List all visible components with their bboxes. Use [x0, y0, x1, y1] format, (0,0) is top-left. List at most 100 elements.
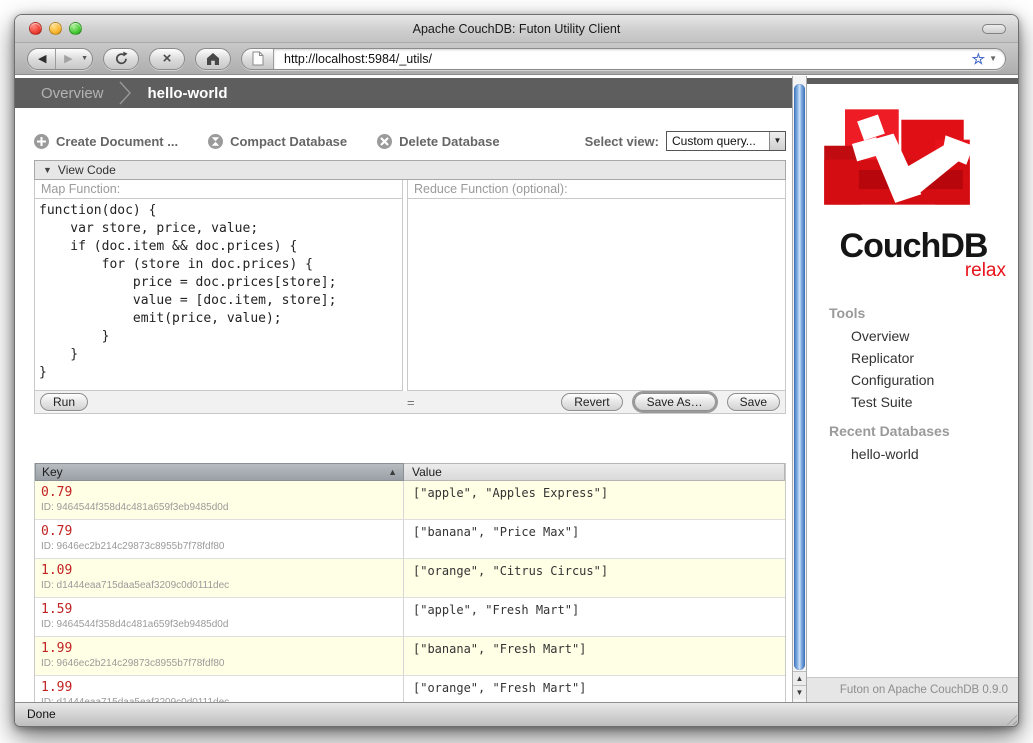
nav-buttons: ◀ ▶ ▼	[27, 48, 93, 70]
run-button[interactable]: Run	[40, 393, 88, 411]
row-key: 1.99	[41, 641, 397, 656]
key-cell: 1.99 ID: 9646ec2b214c29873c8955b7f78fdf8…	[35, 637, 404, 675]
key-column-header[interactable]: Key ▲	[35, 463, 404, 481]
stop-button[interactable]: ×	[149, 48, 185, 70]
row-doc-id: ID: 9646ec2b214c29873c8955b7f78fdf80	[41, 541, 397, 552]
row-key: 1.09	[41, 563, 397, 578]
minimize-window-button[interactable]	[49, 22, 62, 35]
forward-icon[interactable]: ▶	[56, 49, 81, 69]
sort-ascending-icon: ▲	[388, 467, 397, 477]
row-key: 1.59	[41, 602, 397, 617]
sidebar-list: OverviewReplicatorConfigurationTest Suit…	[807, 325, 1018, 413]
value-cell: ["apple", "Fresh Mart"]	[404, 598, 785, 636]
view-code-buttons: Run = Revert Save As… Save	[34, 391, 786, 414]
row-key: 1.99	[41, 680, 397, 695]
table-row[interactable]: 1.59 ID: 9464544f358d4c481a659f3eb9485d0…	[35, 598, 785, 637]
stop-icon: ×	[163, 49, 172, 69]
create-document-button[interactable]: Create Document ...	[34, 134, 178, 149]
view-code-panel: ▼ View Code Map Function: function(doc) …	[34, 160, 786, 414]
save-button[interactable]: Save	[727, 393, 780, 411]
sidebar-item-replicator[interactable]: Replicator	[807, 347, 1018, 369]
scrollbar-thumb[interactable]	[794, 84, 805, 670]
table-row[interactable]: 1.99 ID: 9646ec2b214c29873c8955b7f78fdf8…	[35, 637, 785, 676]
reduce-function-editor[interactable]	[407, 199, 786, 391]
document-icon	[252, 51, 264, 66]
sidebar-list: hello-world	[807, 443, 1018, 465]
close-window-button[interactable]	[29, 22, 42, 35]
reload-button[interactable]	[103, 48, 139, 70]
create-document-label: Create Document ...	[56, 134, 178, 149]
table-row[interactable]: 1.99 ID: d1444eaa715daa5eaf3209c0d0111de…	[35, 676, 785, 702]
url-dropdown-icon[interactable]: ▼	[989, 54, 997, 63]
value-column-header[interactable]: Value	[404, 463, 785, 481]
value-cell: ["orange", "Fresh Mart"]	[404, 676, 785, 702]
delete-database-button[interactable]: Delete Database	[377, 134, 499, 149]
breadcrumb-overview-link[interactable]: Overview	[41, 85, 104, 102]
status-bar: Done	[15, 702, 1018, 726]
table-row[interactable]: 1.09 ID: d1444eaa715daa5eaf3209c0d0111de…	[35, 559, 785, 598]
scroll-down-button[interactable]: ▼	[793, 685, 806, 699]
url-text: http://localhost:5984/_utils/	[284, 52, 972, 66]
history-dropdown-icon[interactable]: ▼	[81, 55, 90, 62]
row-value: ["apple", "Apples Express"]	[413, 486, 779, 500]
key-cell: 1.99 ID: d1444eaa715daa5eaf3209c0d0111de…	[35, 676, 404, 702]
window-controls	[29, 22, 82, 35]
sidebar-item-configuration[interactable]: Configuration	[807, 369, 1018, 391]
reduce-function-label: Reduce Function (optional):	[407, 180, 786, 199]
table-row[interactable]: 0.79 ID: 9646ec2b214c29873c8955b7f78fdf8…	[35, 520, 785, 559]
sidebar-item-overview[interactable]: Overview	[807, 325, 1018, 347]
add-icon	[34, 134, 49, 149]
zoom-window-button[interactable]	[69, 22, 82, 35]
row-value: ["orange", "Citrus Circus"]	[413, 564, 779, 578]
back-icon[interactable]: ◀	[30, 49, 56, 69]
row-key: 0.79	[41, 485, 397, 500]
delete-database-label: Delete Database	[399, 134, 499, 149]
map-function-label: Map Function:	[34, 180, 403, 199]
sidebar-footer: Futon on Apache CouchDB 0.9.0	[807, 677, 1018, 702]
map-function-editor[interactable]: function(doc) { var store, price, value;…	[34, 199, 403, 391]
value-cell: ["banana", "Fresh Mart"]	[404, 637, 785, 675]
results-header: Key ▲ Value	[35, 463, 785, 481]
bookmark-star-icon[interactable]: ☆	[972, 50, 985, 68]
value-cell: ["banana", "Price Max"]	[404, 520, 785, 558]
row-value: ["apple", "Fresh Mart"]	[413, 603, 779, 617]
compact-database-button[interactable]: Compact Database	[208, 134, 347, 149]
home-button[interactable]	[195, 48, 231, 70]
delete-icon	[377, 134, 392, 149]
table-row[interactable]: 0.79 ID: 9464544f358d4c481a659f3eb9485d0…	[35, 481, 785, 520]
save-as-button[interactable]: Save As…	[634, 393, 716, 411]
page-proxy[interactable]	[242, 49, 274, 69]
row-key: 0.79	[41, 524, 397, 539]
row-value: ["banana", "Fresh Mart"]	[413, 642, 779, 656]
page-scrollbar: ▲ ▼	[792, 76, 807, 702]
futon-page: Overview hello-world Create Document ...	[15, 76, 1018, 702]
results-table: Key ▲ Value 0.79 ID: 9464544f358d4c481a6…	[34, 463, 786, 702]
scroll-up-button[interactable]: ▲	[793, 671, 806, 685]
view-code-toggle[interactable]: ▼ View Code	[34, 160, 786, 180]
browser-window: Apache CouchDB: Futon Utility Client ◀ ▶…	[14, 14, 1019, 727]
key-cell: 1.59 ID: 9464544f358d4c481a659f3eb9485d0…	[35, 598, 404, 636]
sidebar: CouchDB relax ToolsOverviewReplicatorCon…	[807, 84, 1018, 702]
select-view-label: Select view:	[585, 134, 659, 149]
database-toolbar: Create Document ... Compact Database	[34, 131, 786, 151]
equals-separator: =	[407, 395, 415, 410]
row-doc-id: ID: 9646ec2b214c29873c8955b7f78fdf80	[41, 658, 397, 669]
results-rows: 0.79 ID: 9464544f358d4c481a659f3eb9485d0…	[35, 481, 785, 702]
sidebar-item-hello-world[interactable]: hello-world	[807, 443, 1018, 465]
toolbar-toggle-lozenge[interactable]	[982, 24, 1006, 34]
logo-wordmark: CouchDB	[807, 231, 1018, 261]
resize-grip[interactable]	[1004, 712, 1017, 725]
url-input[interactable]: http://localhost:5984/_utils/ ☆ ▼	[274, 49, 1005, 69]
key-cell: 0.79 ID: 9646ec2b214c29873c8955b7f78fdf8…	[35, 520, 404, 558]
revert-button[interactable]: Revert	[561, 393, 622, 411]
sidebar-item-test-suite[interactable]: Test Suite	[807, 391, 1018, 413]
view-code-title: View Code	[58, 163, 116, 177]
compact-icon	[208, 134, 223, 149]
view-select[interactable]: Custom query... ▼	[666, 131, 786, 151]
view-select-value: Custom query...	[667, 134, 769, 148]
key-cell: 1.09 ID: d1444eaa715daa5eaf3209c0d0111de…	[35, 559, 404, 597]
main-content: Create Document ... Compact Database	[15, 108, 792, 702]
sidebar-nav: ToolsOverviewReplicatorConfigurationTest…	[807, 295, 1018, 465]
value-cell: ["orange", "Citrus Circus"]	[404, 559, 785, 597]
collapse-triangle-icon: ▼	[43, 165, 52, 175]
